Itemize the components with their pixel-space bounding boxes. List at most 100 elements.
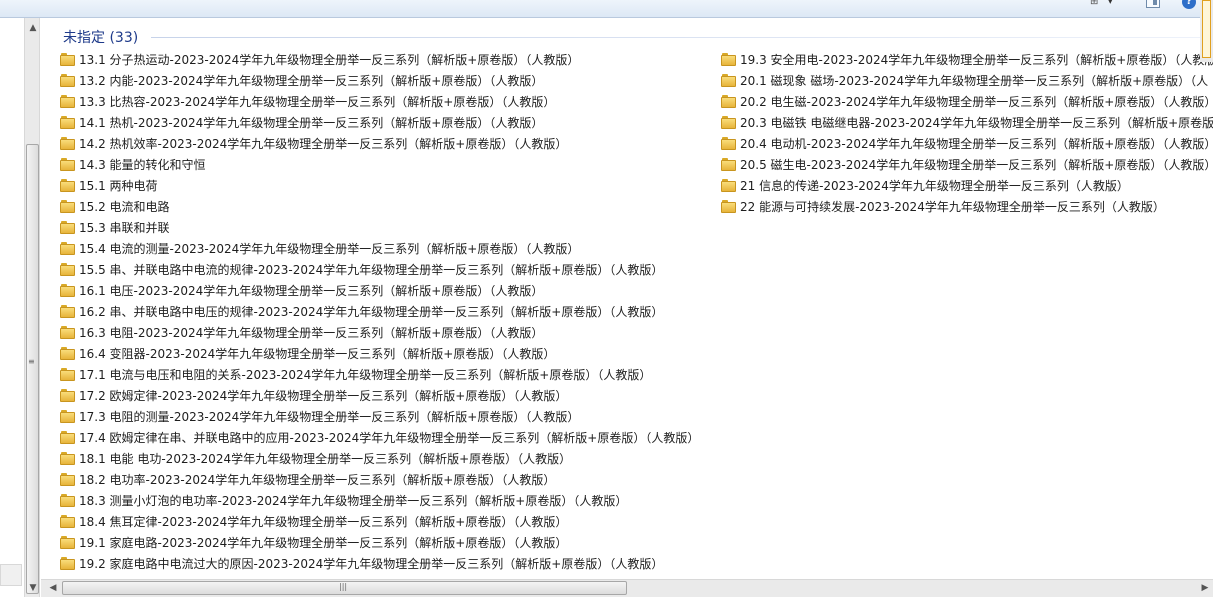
folder-item[interactable]: 14.2 热机效率-2023-2024学年九年级物理全册举一反三系列（解析版+原… bbox=[60, 134, 699, 155]
folder-name: 18.1 电能 电功-2023-2024学年九年级物理全册举一反三系列（解析版+… bbox=[79, 452, 572, 466]
folder-icon bbox=[60, 263, 76, 276]
folder-name: 16.1 电压-2023-2024学年九年级物理全册举一反三系列（解析版+原卷版… bbox=[79, 284, 544, 298]
folder-item[interactable]: 15.2 电流和电路 bbox=[60, 197, 699, 218]
folder-icon bbox=[721, 95, 737, 108]
navigation-pane[interactable] bbox=[0, 18, 25, 597]
folder-item[interactable]: 16.2 串、并联电路中电压的规律-2023-2024学年九年级物理全册举一反三… bbox=[60, 302, 699, 323]
folder-icon bbox=[721, 137, 737, 150]
folder-item[interactable]: 20.4 电动机-2023-2024学年九年级物理全册举一反三系列（解析版+原卷… bbox=[721, 134, 1213, 155]
folder-icon bbox=[60, 305, 76, 318]
scroll-up-arrow-icon[interactable]: ▲ bbox=[25, 20, 41, 36]
group-header[interactable]: 未指定 (33) bbox=[63, 27, 138, 47]
folder-name: 22 能源与可持续发展-2023-2024学年九年级物理全册举一反三系列（人教版… bbox=[740, 200, 1165, 214]
folder-icon bbox=[721, 200, 737, 213]
folder-item[interactable]: 22 能源与可持续发展-2023-2024学年九年级物理全册举一反三系列（人教版… bbox=[721, 197, 1213, 218]
folder-name: 21 信息的传递-2023-2024学年九年级物理全册举一反三系列（人教版） bbox=[740, 179, 1129, 193]
folder-item[interactable]: 18.2 电功率-2023-2024学年九年级物理全册举一反三系列（解析版+原卷… bbox=[60, 470, 699, 491]
folder-name: 19.3 安全用电-2023-2024学年九年级物理全册举一反三系列（解析版+原… bbox=[740, 53, 1213, 67]
folder-icon bbox=[60, 494, 76, 507]
folder-icon bbox=[60, 368, 76, 381]
folder-icon bbox=[721, 74, 737, 87]
navigation-pane-item[interactable] bbox=[0, 564, 22, 586]
folder-name: 17.1 电流与电压和电阻的关系-2023-2024学年九年级物理全册举一反三系… bbox=[79, 368, 652, 382]
folder-item[interactable]: 16.4 变阻器-2023-2024学年九年级物理全册举一反三系列（解析版+原卷… bbox=[60, 344, 699, 365]
folder-item[interactable]: 17.1 电流与电压和电阻的关系-2023-2024学年九年级物理全册举一反三系… bbox=[60, 365, 699, 386]
chevron-down-icon[interactable]: ▾ bbox=[1108, 0, 1116, 8]
folder-item[interactable]: 21 信息的传递-2023-2024学年九年级物理全册举一反三系列（人教版） bbox=[721, 176, 1213, 197]
navigation-pane-scrollbar[interactable]: ▲ ≡ ▼ bbox=[24, 18, 40, 597]
folder-name: 16.4 变阻器-2023-2024学年九年级物理全册举一反三系列（解析版+原卷… bbox=[79, 347, 556, 361]
folder-item[interactable]: 19.2 家庭电路中电流过大的原因-2023-2024学年九年级物理全册举一反三… bbox=[60, 554, 699, 575]
folder-item[interactable]: 14.1 热机-2023-2024学年九年级物理全册举一反三系列（解析版+原卷版… bbox=[60, 113, 699, 134]
folder-name: 15.2 电流和电路 bbox=[79, 200, 170, 214]
folder-item[interactable]: 13.3 比热容-2023-2024学年九年级物理全册举一反三系列（解析版+原卷… bbox=[60, 92, 699, 113]
folder-item[interactable]: 14.3 能量的转化和守恒 bbox=[60, 155, 699, 176]
folder-item[interactable]: 20.3 电磁铁 电磁继电器-2023-2024学年九年级物理全册举一反三系列（… bbox=[721, 113, 1213, 134]
right-scrollbar[interactable] bbox=[1200, 0, 1213, 62]
preview-pane-icon[interactable] bbox=[1146, 0, 1160, 8]
folder-name: 20.5 磁生电-2023-2024学年九年级物理全册举一反三系列（解析版+原卷… bbox=[740, 158, 1213, 172]
group-divider bbox=[151, 37, 1213, 38]
folder-icon bbox=[60, 137, 76, 150]
file-list-area[interactable]: 未指定 (33) 13.1 分子热运动-2023-2024学年九年级物理全册举一… bbox=[41, 18, 1213, 579]
folder-name: 15.1 两种电荷 bbox=[79, 179, 158, 193]
folder-item[interactable]: 15.4 电流的测量-2023-2024学年九年级物理全册举一反三系列（解析版+… bbox=[60, 239, 699, 260]
folder-icon bbox=[60, 221, 76, 234]
folder-icon bbox=[60, 473, 76, 486]
folder-name: 14.3 能量的转化和守恒 bbox=[79, 158, 206, 172]
scroll-right-arrow-icon[interactable]: ▶ bbox=[1197, 580, 1213, 596]
folder-name: 13.2 内能-2023-2024学年九年级物理全册举一反三系列（解析版+原卷版… bbox=[79, 74, 544, 88]
scroll-left-arrow-icon[interactable]: ◀ bbox=[45, 580, 61, 596]
file-column-2: 19.3 安全用电-2023-2024学年九年级物理全册举一反三系列（解析版+原… bbox=[721, 50, 1213, 218]
folder-icon bbox=[60, 410, 76, 423]
folder-icon bbox=[721, 116, 737, 129]
scroll-down-arrow-icon[interactable]: ▼ bbox=[25, 580, 41, 596]
folder-item[interactable]: 18.3 测量小灯泡的电功率-2023-2024学年九年级物理全册举一反三系列（… bbox=[60, 491, 699, 512]
horizontal-scrollbar[interactable]: ◀ ||| ▶ bbox=[41, 579, 1213, 597]
folder-name: 17.3 电阻的测量-2023-2024学年九年级物理全册举一反三系列（解析版+… bbox=[79, 410, 580, 424]
folder-item[interactable]: 15.5 串、并联电路中电流的规律-2023-2024学年九年级物理全册举一反三… bbox=[60, 260, 699, 281]
folder-item[interactable]: 15.1 两种电荷 bbox=[60, 176, 699, 197]
folder-name: 14.1 热机-2023-2024学年九年级物理全册举一反三系列（解析版+原卷版… bbox=[79, 116, 544, 130]
folder-icon bbox=[60, 326, 76, 339]
folder-item[interactable]: 17.2 欧姆定律-2023-2024学年九年级物理全册举一反三系列（解析版+原… bbox=[60, 386, 699, 407]
folder-item[interactable]: 13.2 内能-2023-2024学年九年级物理全册举一反三系列（解析版+原卷版… bbox=[60, 71, 699, 92]
folder-name: 20.3 电磁铁 电磁继电器-2023-2024学年九年级物理全册举一反三系列（… bbox=[740, 116, 1213, 130]
folder-item[interactable]: 17.4 欧姆定律在串、并联电路中的应用-2023-2024学年九年级物理全册举… bbox=[60, 428, 699, 449]
folder-item[interactable]: 18.1 电能 电功-2023-2024学年九年级物理全册举一反三系列（解析版+… bbox=[60, 449, 699, 470]
folder-item[interactable]: 15.3 串联和并联 bbox=[60, 218, 699, 239]
folder-item[interactable]: 20.5 磁生电-2023-2024学年九年级物理全册举一反三系列（解析版+原卷… bbox=[721, 155, 1213, 176]
folder-name: 20.2 电生磁-2023-2024学年九年级物理全册举一反三系列（解析版+原卷… bbox=[740, 95, 1213, 109]
folder-name: 19.2 家庭电路中电流过大的原因-2023-2024学年九年级物理全册举一反三… bbox=[79, 557, 664, 571]
scrollbar-grip-icon: ≡ bbox=[28, 357, 35, 366]
folder-icon bbox=[721, 53, 737, 66]
folder-name: 18.4 焦耳定律-2023-2024学年九年级物理全册举一反三系列（解析版+原… bbox=[79, 515, 568, 529]
file-column-1: 13.1 分子热运动-2023-2024学年九年级物理全册举一反三系列（解析版+… bbox=[60, 50, 699, 575]
folder-icon bbox=[721, 158, 737, 171]
folder-item[interactable]: 17.3 电阻的测量-2023-2024学年九年级物理全册举一反三系列（解析版+… bbox=[60, 407, 699, 428]
folder-icon bbox=[721, 179, 737, 192]
folder-name: 15.3 串联和并联 bbox=[79, 221, 170, 235]
help-icon[interactable]: ? bbox=[1182, 0, 1196, 9]
folder-item[interactable]: 20.1 磁现象 磁场-2023-2024学年九年级物理全册举一反三系列（解析版… bbox=[721, 71, 1213, 92]
folder-name: 20.4 电动机-2023-2024学年九年级物理全册举一反三系列（解析版+原卷… bbox=[740, 137, 1213, 151]
folder-name: 17.2 欧姆定律-2023-2024学年九年级物理全册举一反三系列（解析版+原… bbox=[79, 389, 568, 403]
folder-icon bbox=[60, 536, 76, 549]
folder-item[interactable]: 16.3 电阻-2023-2024学年九年级物理全册举一反三系列（解析版+原卷版… bbox=[60, 323, 699, 344]
scrollbar-thumb[interactable] bbox=[26, 144, 39, 594]
change-view-button[interactable]: ⊞ ▾ bbox=[1090, 0, 1118, 8]
folder-icon bbox=[60, 95, 76, 108]
folder-icon bbox=[60, 557, 76, 570]
folder-icon bbox=[60, 347, 76, 360]
scrollbar-thumb[interactable] bbox=[1202, 0, 1211, 58]
folder-item[interactable]: 18.4 焦耳定律-2023-2024学年九年级物理全册举一反三系列（解析版+原… bbox=[60, 512, 699, 533]
folder-item[interactable]: 16.1 电压-2023-2024学年九年级物理全册举一反三系列（解析版+原卷版… bbox=[60, 281, 699, 302]
folder-item[interactable]: 20.2 电生磁-2023-2024学年九年级物理全册举一反三系列（解析版+原卷… bbox=[721, 92, 1213, 113]
views-icon: ⊞ bbox=[1090, 0, 1099, 7]
folder-name: 13.1 分子热运动-2023-2024学年九年级物理全册举一反三系列（解析版+… bbox=[79, 53, 580, 67]
folder-icon bbox=[60, 53, 76, 66]
folder-item[interactable]: 19.1 家庭电路-2023-2024学年九年级物理全册举一反三系列（解析版+原… bbox=[60, 533, 699, 554]
folder-item[interactable]: 13.1 分子热运动-2023-2024学年九年级物理全册举一反三系列（解析版+… bbox=[60, 50, 699, 71]
folder-item[interactable]: 19.3 安全用电-2023-2024学年九年级物理全册举一反三系列（解析版+原… bbox=[721, 50, 1213, 71]
folder-name: 18.2 电功率-2023-2024学年九年级物理全册举一反三系列（解析版+原卷… bbox=[79, 473, 556, 487]
